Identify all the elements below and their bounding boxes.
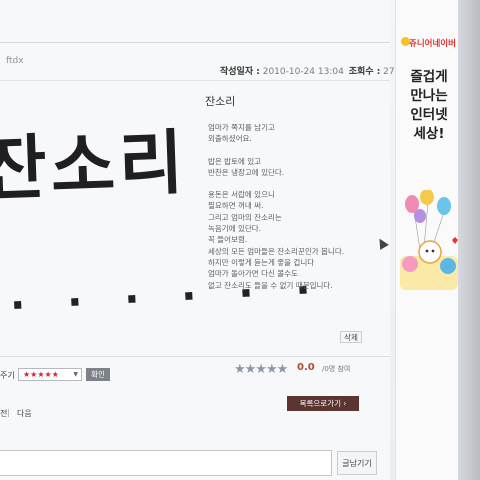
comment-input[interactable]: [0, 450, 332, 476]
balloon-icon: [437, 197, 451, 215]
ad-brand[interactable]: 쥬니어네이버: [409, 37, 456, 49]
post-title: 잔소리: [205, 95, 236, 108]
post-body-line: 그리고 엄마의 잔소리는: [208, 212, 282, 222]
post-meta: 작성일자 : 2010-10-24 13:04 조회수 : 27: [220, 64, 397, 77]
post-body-line: 외출하셨어요.: [208, 134, 252, 144]
post-content-area: ftdx 작성일자 : 2010-10-24 13:04 조회수 : 27 잔소…: [0, 0, 395, 480]
post-body-line: 엄마가 쪽지를 남기고: [208, 123, 275, 132]
rating-confirm-button[interactable]: 확인: [86, 368, 110, 381]
date-label: 작성일자 :: [220, 67, 260, 77]
ad-line: 인터넷: [410, 107, 448, 123]
prev-link[interactable]: 전: [0, 408, 7, 419]
ad-line: 즐겁게: [410, 69, 448, 85]
balloon-icon: [420, 190, 434, 205]
monitor-bezel: [458, 0, 480, 480]
post-body-line: 엄마가 돌아가면 다신 볼수도: [208, 269, 298, 279]
back-to-list-button[interactable]: 목록으로가기 ›: [287, 396, 359, 411]
post-body-line: 필요하면 꺼내 써.: [208, 201, 264, 211]
next-link[interactable]: 다음: [17, 408, 32, 419]
post-body-line: 하지만 이렇게 듣는게 좋을 겁니다: [208, 257, 315, 267]
monitor-screen: ftdx 작성일자 : 2010-10-24 13:04 조회수 : 27 잔소…: [0, 0, 480, 480]
post-body: 엄마가 쪽지를 남기고외출하셨어요. 밥은 밥토에 있고 반찬은 냉장고에 있단다.…: [208, 122, 383, 291]
post-body-line: 용돈은 서랍에 있으니: [208, 190, 275, 200]
post-body-line: 없고 잔소리도 들을 수 없기 때문입니다.: [208, 280, 333, 290]
post-body-line: 반찬은 냉장고에 있단다.: [208, 167, 285, 177]
chevron-down-icon: ▼: [73, 371, 78, 378]
character-icon: [440, 258, 456, 274]
post-body-line: 밥은 밥토에 있고: [208, 156, 262, 166]
average-stars: ★★★★★: [234, 362, 288, 377]
divider: [0, 356, 390, 357]
views-value: 27: [383, 67, 395, 77]
balloon-icon: [414, 209, 426, 223]
attachment-filename[interactable]: ftdx: [6, 56, 24, 66]
post-body-line: 꼭 들어보렴.: [208, 235, 248, 245]
divider: [0, 80, 390, 81]
write-comment-button[interactable]: 글남기기: [337, 451, 377, 475]
character-icon: [402, 256, 418, 272]
rating-select[interactable]: ★★★★★ ▼: [18, 368, 82, 381]
ad-line: 만나는: [410, 88, 448, 104]
views-label: 조회수 :: [348, 67, 381, 77]
divider: [0, 42, 390, 43]
post-body-line: [208, 145, 383, 156]
post-body-line: 녹음기에 있단다.: [208, 224, 262, 234]
rating-label: 주기: [0, 371, 15, 380]
nav-separator: [8, 409, 9, 417]
ad-illustration: [400, 190, 458, 290]
ad-line: 세상!: [413, 126, 445, 142]
date-value: 2010-10-24 13:04: [262, 67, 344, 77]
character-icon: [418, 240, 442, 264]
ad-slogan[interactable]: 즐겁게 만나는 인터넷 세상!: [402, 68, 456, 144]
rating-participants: /0명 참여: [322, 365, 351, 373]
post-body-line: [208, 178, 383, 189]
rating-select-value: ★★★★★: [23, 370, 59, 379]
post-body-line: 세상의 모든 엄마들은 잔소리꾼인가 봅니다.: [208, 246, 345, 256]
handwritten-image-text: 잔소리: [0, 121, 189, 211]
rating-score: 0.0: [297, 362, 315, 373]
delete-button[interactable]: 삭제: [340, 331, 362, 343]
